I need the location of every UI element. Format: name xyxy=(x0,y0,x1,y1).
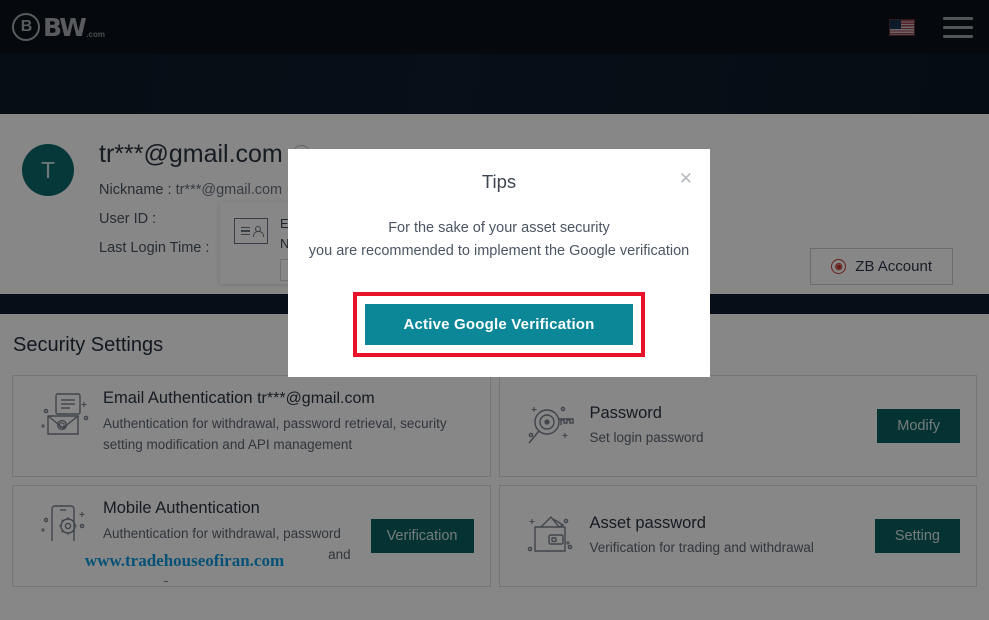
modal-message: For the sake of your asset security you … xyxy=(288,217,710,264)
cta-highlight-box: Active Google Verification xyxy=(353,292,645,357)
modal-message-line-1: For the sake of your asset security xyxy=(388,220,610,236)
close-icon[interactable]: ✕ xyxy=(679,170,693,187)
modal-message-line-2: you are recommended to implement the Goo… xyxy=(308,243,690,260)
modal-title: Tips xyxy=(481,171,517,192)
app-screen: B BW .com T tr***@gmail.com Nickname: t… xyxy=(0,0,989,620)
modal-footer: Active Google Verification xyxy=(288,292,710,357)
active-google-verification-button[interactable]: Active Google Verification xyxy=(365,304,633,345)
tips-modal: Tips ✕ For the sake of your asset securi… xyxy=(288,149,710,377)
